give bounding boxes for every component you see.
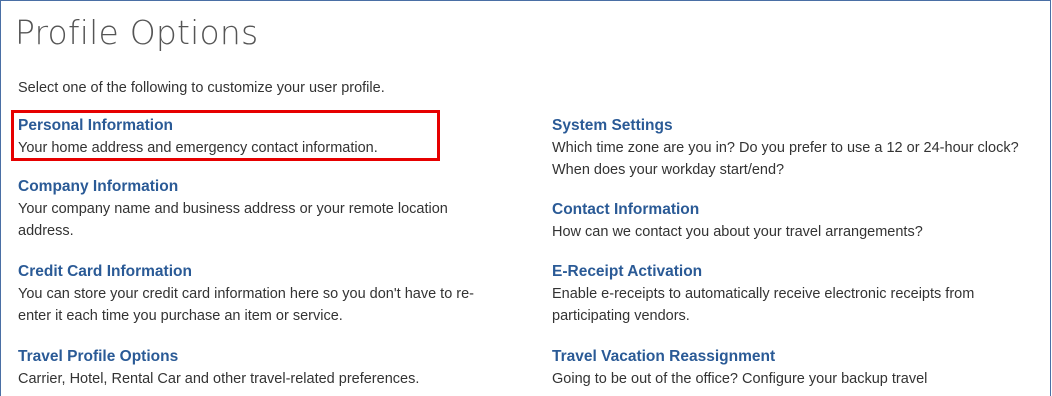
contact-information-link[interactable]: Contact Information xyxy=(552,200,923,219)
company-information-description: Your company name and business address o… xyxy=(18,201,448,239)
option-travel-profile-options: Travel Profile Options Carrier, Hotel, R… xyxy=(18,347,419,390)
system-settings-description: Which time zone are you in? Do you prefe… xyxy=(552,140,1019,178)
option-e-receipt-activation: E-Receipt Activation Enable e-receipts t… xyxy=(552,262,1042,327)
travel-vacation-reassignment-link[interactable]: Travel Vacation Reassignment xyxy=(552,347,927,366)
intro-text: Select one of the following to customize… xyxy=(18,80,385,96)
option-company-information: Company Information Your company name an… xyxy=(18,177,488,242)
e-receipt-activation-link[interactable]: E-Receipt Activation xyxy=(552,262,1042,281)
personal-information-description: Your home address and emergency contact … xyxy=(18,140,378,156)
option-contact-information: Contact Information How can we contact y… xyxy=(552,200,923,243)
company-information-link[interactable]: Company Information xyxy=(18,177,488,196)
personal-information-link[interactable]: Personal Information xyxy=(18,116,378,135)
travel-vacation-reassignment-description: Going to be out of the office? Configure… xyxy=(552,371,928,387)
system-settings-link[interactable]: System Settings xyxy=(552,116,1042,135)
e-receipt-activation-description: Enable e-receipts to automatically recei… xyxy=(552,286,975,324)
travel-profile-options-description: Carrier, Hotel, Rental Car and other tra… xyxy=(18,371,420,387)
option-personal-information: Personal Information Your home address a… xyxy=(18,116,378,159)
option-credit-card-information: Credit Card Information You can store yo… xyxy=(18,262,488,327)
page-title: Profile Options xyxy=(15,13,259,52)
travel-profile-options-link[interactable]: Travel Profile Options xyxy=(18,347,419,366)
option-system-settings: System Settings Which time zone are you … xyxy=(552,116,1042,181)
contact-information-description: How can we contact you about your travel… xyxy=(552,224,923,240)
credit-card-information-link[interactable]: Credit Card Information xyxy=(18,262,488,281)
profile-options-panel: Profile Options Select one of the follow… xyxy=(0,0,1051,396)
option-travel-vacation-reassignment: Travel Vacation Reassignment Going to be… xyxy=(552,347,927,390)
credit-card-information-description: You can store your credit card informati… xyxy=(18,286,475,324)
